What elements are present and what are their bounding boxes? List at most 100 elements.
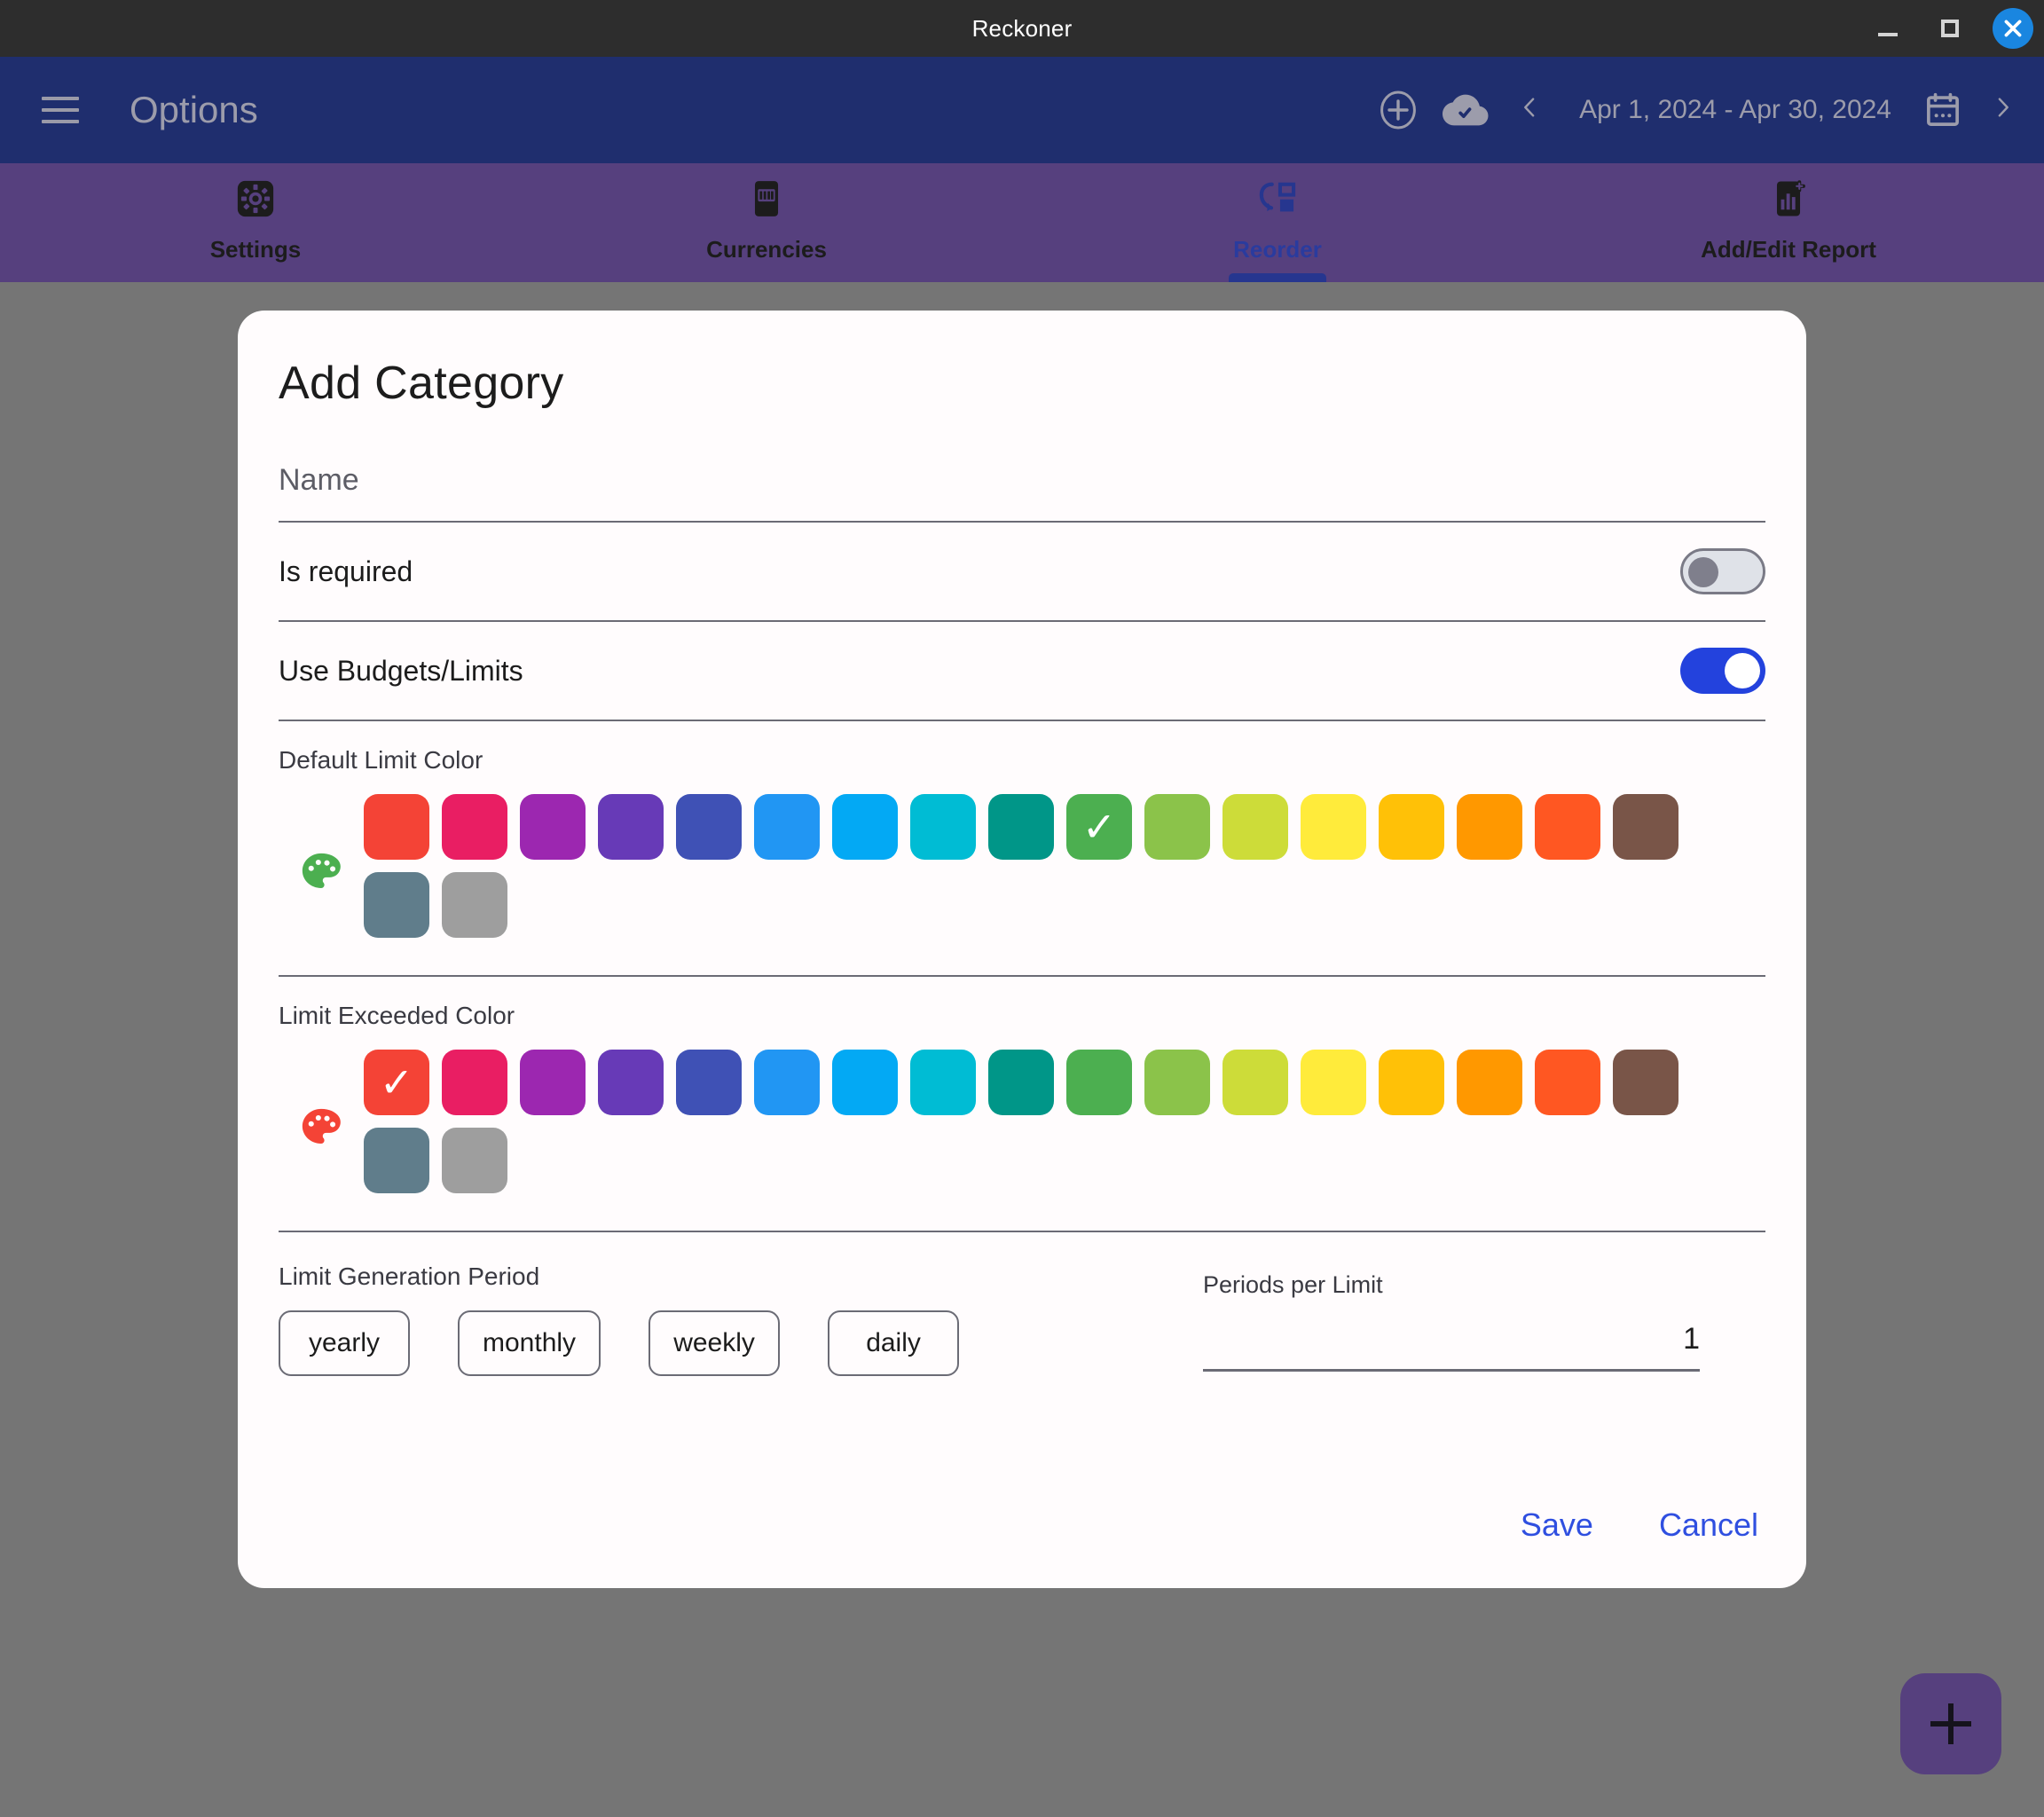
period-button-group: yearly monthly weekly daily [279, 1310, 1183, 1376]
toggle-knob [1688, 557, 1718, 587]
close-button[interactable] [1993, 8, 2033, 49]
title-bar: Reckoner [0, 0, 2044, 57]
minimize-button[interactable] [1868, 9, 1907, 48]
color-swatch[interactable] [1222, 794, 1288, 860]
is-required-toggle[interactable] [1680, 548, 1765, 594]
color-swatch[interactable] [1222, 1050, 1288, 1115]
chevron-left-icon [1524, 98, 1535, 117]
save-button[interactable]: Save [1513, 1498, 1600, 1553]
color-swatch[interactable]: ✓ [364, 1050, 429, 1115]
limit-exceeded-color-swatches: ✓ [364, 1050, 1691, 1206]
hamburger-line [42, 120, 79, 123]
color-swatch[interactable] [754, 794, 820, 860]
maximize-button[interactable] [1930, 9, 1969, 48]
period-weekly-button[interactable]: weekly [649, 1310, 781, 1376]
color-swatch[interactable] [910, 1050, 976, 1115]
color-swatch[interactable] [832, 1050, 898, 1115]
color-swatch[interactable] [364, 872, 429, 938]
add-circle-button[interactable] [1377, 89, 1419, 131]
dialog-actions: Save Cancel [1513, 1498, 1765, 1553]
add-fab-button[interactable] [1900, 1673, 2001, 1774]
color-swatch[interactable] [1066, 1050, 1132, 1115]
plus-icon [1948, 1703, 1954, 1744]
is-required-row[interactable]: Is required [279, 523, 1765, 622]
tab-reorder[interactable]: Reorder [1022, 163, 1533, 282]
tab-settings[interactable]: Settings [0, 163, 511, 282]
cancel-button[interactable]: Cancel [1652, 1498, 1765, 1553]
active-tab-indicator [1229, 273, 1326, 282]
color-swatch[interactable] [1144, 1050, 1210, 1115]
use-budgets-row[interactable]: Use Budgets/Limits [279, 622, 1765, 721]
app-bar-actions: Apr 1, 2024 - Apr 30, 2024 [1377, 87, 2021, 133]
color-swatch[interactable] [988, 1050, 1054, 1115]
hamburger-line [42, 108, 79, 112]
tab-label: Settings [209, 236, 302, 263]
cloud-done-icon [1443, 94, 1489, 126]
color-swatch[interactable] [1144, 794, 1210, 860]
color-swatch[interactable] [442, 1128, 507, 1193]
periods-per-limit-label: Periods per Limit [1203, 1271, 1383, 1298]
color-swatch[interactable] [1379, 794, 1444, 860]
color-swatch[interactable] [442, 872, 507, 938]
currency-bill-icon [746, 176, 787, 222]
limit-exceeded-color-palette: ✓ [279, 1050, 1765, 1206]
color-swatch[interactable] [988, 794, 1054, 860]
default-limit-color-label: Default Limit Color [279, 746, 483, 774]
dialog-title: Add Category [279, 358, 564, 409]
periods-per-limit-field[interactable]: Periods per Limit 1 [1203, 1271, 1700, 1372]
palette-icon[interactable] [279, 848, 364, 896]
color-swatch[interactable] [1535, 1050, 1600, 1115]
check-icon: ✓ [379, 1059, 414, 1105]
color-swatch[interactable] [598, 794, 664, 860]
check-icon: ✓ [1081, 804, 1117, 850]
periods-per-limit-value[interactable]: 1 [1203, 1299, 1700, 1372]
period-monthly-button[interactable]: monthly [458, 1310, 601, 1376]
color-swatch[interactable] [1613, 794, 1678, 860]
color-swatch[interactable] [1613, 1050, 1678, 1115]
color-swatch[interactable] [442, 794, 507, 860]
tab-label: Reorder [1233, 236, 1322, 263]
tab-label: Currencies [706, 236, 827, 263]
next-period-button[interactable] [1985, 88, 2021, 132]
color-swatch[interactable] [1457, 1050, 1522, 1115]
color-swatch[interactable] [442, 1050, 507, 1115]
color-swatch[interactable] [598, 1050, 664, 1115]
color-swatch[interactable] [1301, 794, 1366, 860]
hamburger-menu-icon[interactable] [32, 82, 89, 138]
settings-gear-icon [235, 176, 276, 222]
color-swatch[interactable] [364, 794, 429, 860]
color-swatch[interactable] [832, 794, 898, 860]
chevron-right-icon [1998, 98, 2009, 117]
color-swatch[interactable] [520, 794, 586, 860]
color-swatch[interactable] [676, 1050, 742, 1115]
color-swatch[interactable] [1535, 794, 1600, 860]
name-input[interactable]: Name [279, 463, 1765, 523]
color-swatch[interactable] [520, 1050, 586, 1115]
calendar-button[interactable] [1923, 90, 1962, 130]
tab-currencies[interactable]: Currencies [511, 163, 1022, 282]
color-swatch[interactable] [754, 1050, 820, 1115]
minimize-icon [1878, 33, 1898, 36]
color-swatch[interactable] [910, 794, 976, 860]
color-swatch[interactable] [676, 794, 742, 860]
limit-generation-period-section: Limit Generation Period yearly monthly w… [279, 1232, 1765, 1376]
color-swatch[interactable] [1379, 1050, 1444, 1115]
color-swatch[interactable] [364, 1128, 429, 1193]
name-input-placeholder: Name [279, 463, 359, 497]
color-swatch[interactable] [1301, 1050, 1366, 1115]
period-yearly-button[interactable]: yearly [279, 1310, 410, 1376]
date-range-label[interactable]: Apr 1, 2024 - Apr 30, 2024 [1570, 95, 1900, 125]
reorder-icon [1256, 176, 1299, 222]
color-swatch[interactable] [1457, 794, 1522, 860]
tab-add-edit-report[interactable]: Add/Edit Report [1533, 163, 2044, 282]
add-circle-icon [1380, 90, 1416, 130]
previous-period-button[interactable] [1512, 88, 1547, 132]
add-report-icon [1768, 176, 1809, 222]
palette-icon[interactable] [279, 1104, 364, 1152]
use-budgets-toggle[interactable] [1680, 648, 1765, 694]
color-swatch[interactable]: ✓ [1066, 794, 1132, 860]
cloud-done-button[interactable] [1443, 87, 1489, 133]
period-daily-button[interactable]: daily [828, 1310, 960, 1376]
tab-label: Add/Edit Report [1701, 236, 1876, 263]
limit-generation-period-label: Limit Generation Period [279, 1262, 540, 1290]
